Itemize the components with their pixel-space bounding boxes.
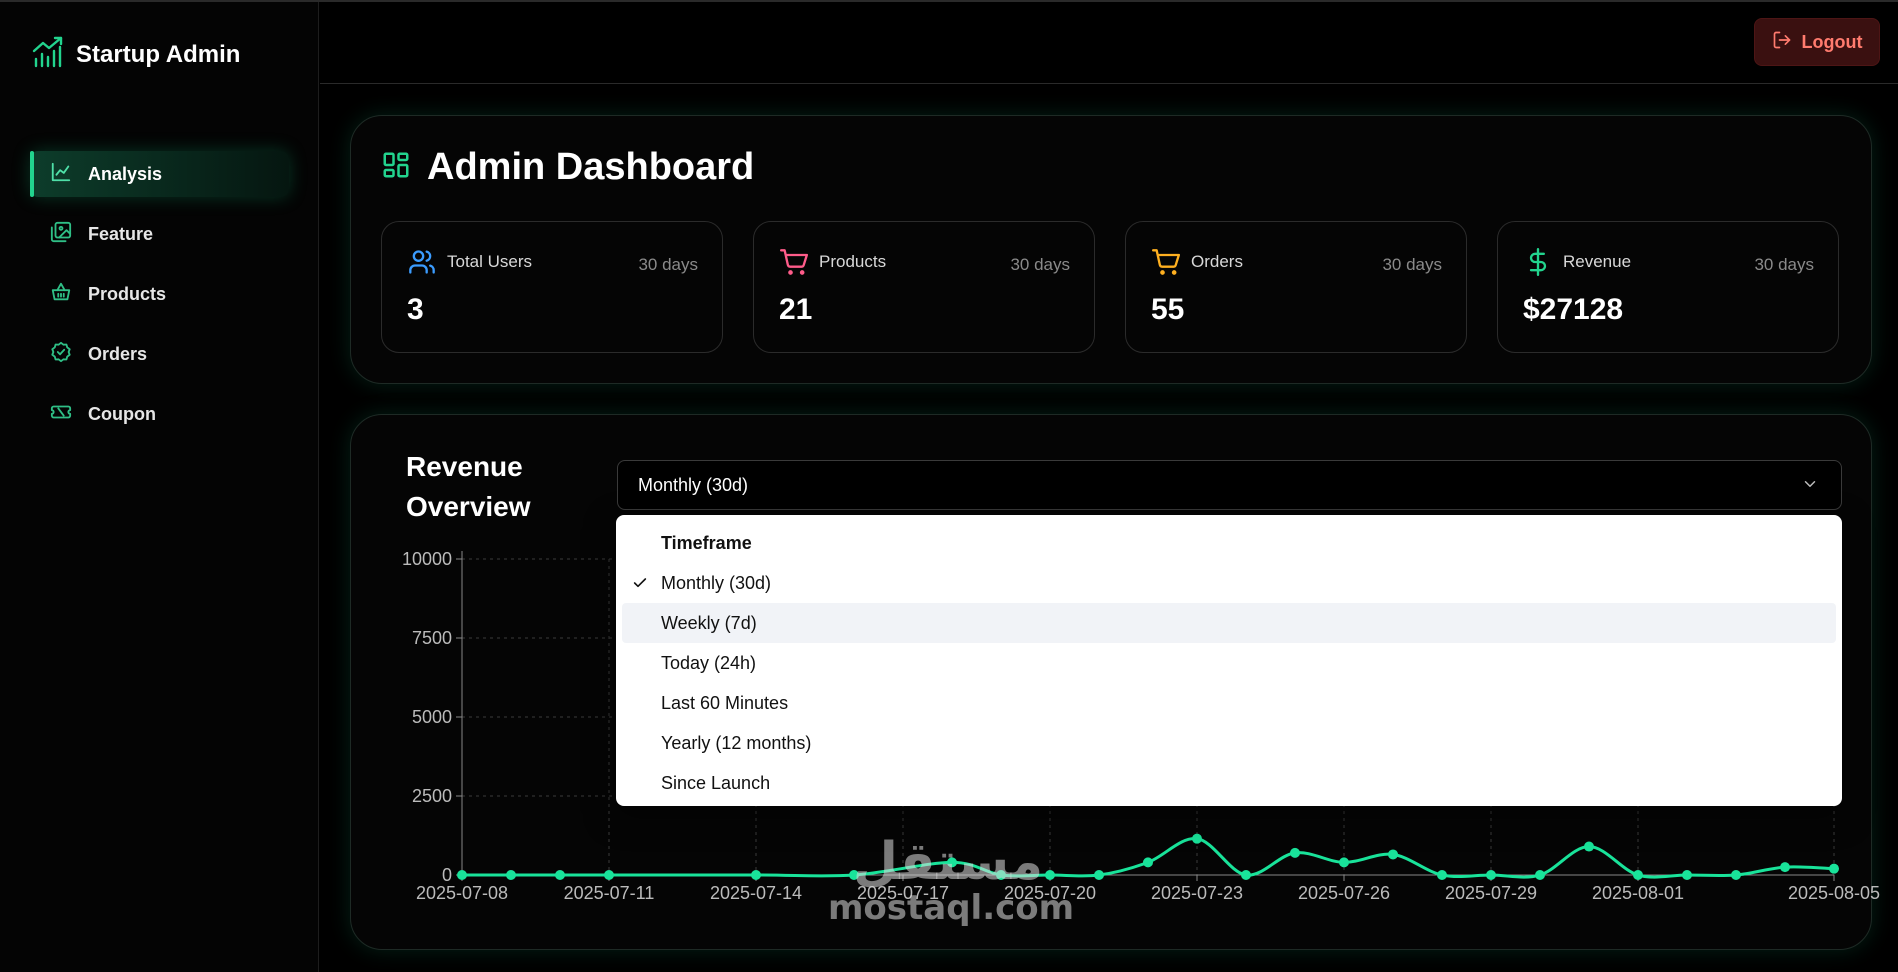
sidebar-item-label: Products [88,283,167,304]
shopping-cart-icon [780,248,808,281]
timeframe-select[interactable]: Monthly (30d) [617,460,1842,510]
timeframe-select-value: Monthly (30d) [638,474,749,495]
stat-value: $27128 [1523,293,1624,326]
images-icon [50,221,72,248]
stat-period: 30 days [1382,255,1442,274]
brand-title: Startup Admin [76,40,241,68]
sidebar-item-label: Feature [88,223,154,244]
badge-check-icon [50,341,72,368]
page-title-text: Admin Dashboard [427,146,755,188]
layout-dashboard-icon [381,150,411,185]
stat-period: 30 days [1010,255,1070,274]
dollar-sign-icon [1524,248,1552,281]
menu-item-monthly[interactable]: Monthly (30d) [622,563,1836,603]
check-icon [632,575,648,596]
watermark-arabic: مستقل [852,832,1044,892]
timeframe-menu: Timeframe Monthly (30d) Weekly (7d) Toda… [616,515,1842,806]
menu-item-last-60-minutes[interactable]: Last 60 Minutes [622,683,1836,723]
sidebar-item-coupon[interactable]: Coupon [30,391,289,437]
menu-item-label: Since Launch [661,772,771,793]
sidebar-item-label: Orders [88,343,148,364]
log-out-icon [1772,30,1792,55]
shopping-cart-icon [1152,248,1180,281]
stat-period: 30 days [1754,255,1814,274]
menu-item-label: Monthly (30d) [661,572,772,593]
sidebar-item-feature[interactable]: Feature [30,211,289,257]
sidebar-nav: Analysis Feature Products Orders Coupon [30,151,289,451]
sidebar: Startup Admin Analysis Feature Products … [0,2,319,972]
ticket-icon [50,401,72,428]
chevron-down-icon [1801,475,1819,498]
stat-card-orders: Orders 30 days 55 [1125,221,1467,353]
sidebar-item-orders[interactable]: Orders [30,331,289,377]
stat-label: Revenue [1563,252,1632,271]
stat-label: Total Users [447,252,533,271]
sidebar-item-label: Coupon [88,403,156,424]
watermark-latin: mostaql.com [828,888,1075,928]
stat-period: 30 days [638,255,698,274]
stat-value: 3 [407,293,424,326]
menu-item-weekly[interactable]: Weekly (7d) [622,603,1836,643]
page-title: Admin Dashboard [381,146,754,189]
menu-header: Timeframe [661,532,752,553]
menu-item-label: Yearly (12 months) [661,732,812,753]
menu-item-label: Weekly (7d) [661,612,757,633]
stat-label: Orders [1191,252,1243,271]
stat-value: 21 [779,293,813,326]
logout-button[interactable]: Logout [1754,18,1880,66]
menu-item-today[interactable]: Today (24h) [622,643,1836,683]
line-chart-icon [50,161,72,188]
stat-card-products: Products 30 days 21 [753,221,1095,353]
users-icon [408,248,436,281]
top-bar: Logout [320,2,1898,84]
brand[interactable]: Startup Admin [31,35,240,74]
menu-item-yearly[interactable]: Yearly (12 months) [622,723,1836,763]
stats-row: Total Users 30 days 3 Products 30 days 2… [381,221,1839,353]
chart-growth-icon [31,35,65,74]
sidebar-item-analysis[interactable]: Analysis [30,151,289,197]
sidebar-item-label: Analysis [88,163,163,184]
menu-item-since-launch[interactable]: Since Launch [622,763,1836,803]
stat-card-revenue: Revenue 30 days $27128 [1497,221,1839,353]
sidebar-item-products[interactable]: Products [30,271,289,317]
menu-item-label: Today (24h) [661,652,757,673]
revenue-title: Revenue Overview [406,451,531,522]
dashboard-panel: Admin Dashboard Total Users 30 days 3 Pr… [350,115,1872,384]
stat-card-users: Total Users 30 days 3 [381,221,723,353]
watermark: مستقل mostaql.com [828,832,1075,928]
stat-value: 55 [1151,293,1185,326]
menu-item-label: Last 60 Minutes [661,692,789,713]
basket-icon [50,281,72,308]
logout-label: Logout [1801,31,1863,52]
stat-label: Products [819,252,887,271]
